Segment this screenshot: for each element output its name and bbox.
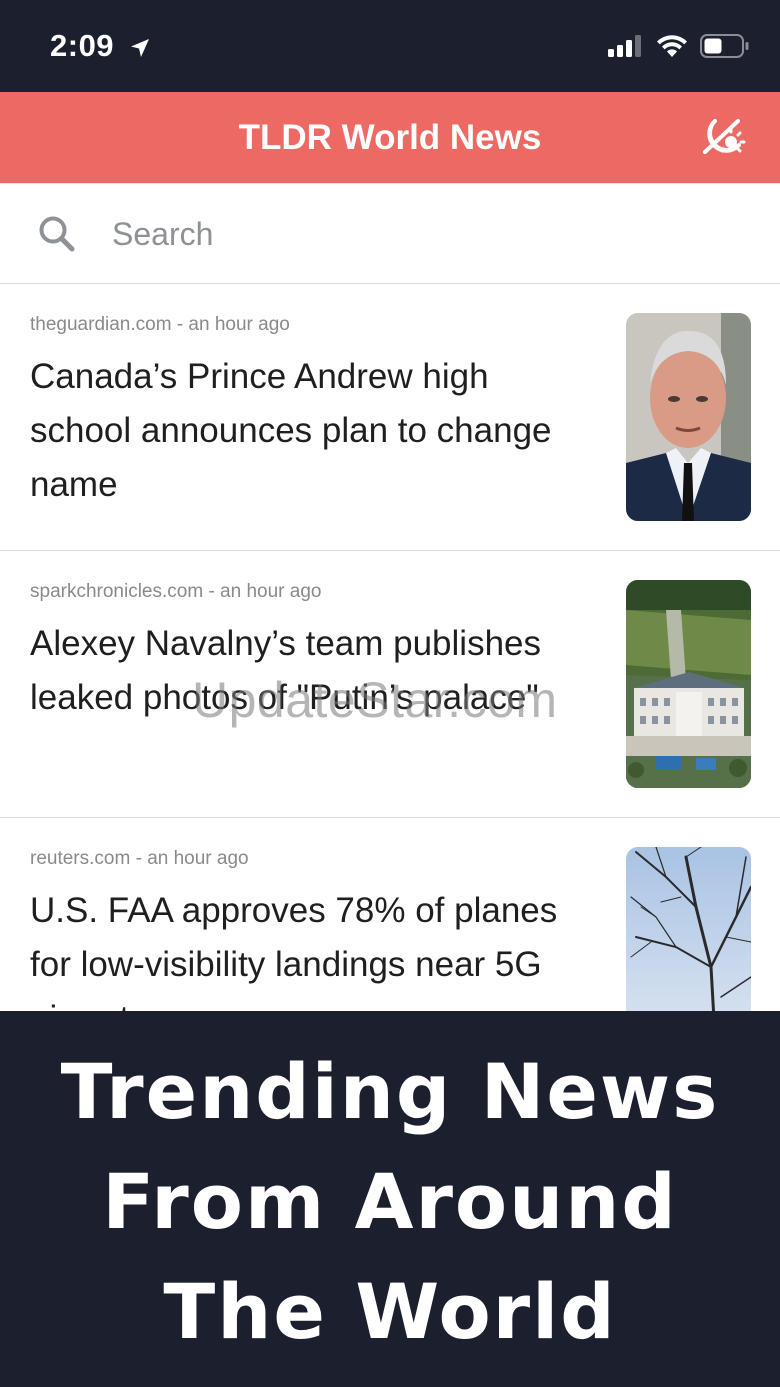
location-arrow-icon bbox=[131, 38, 150, 57]
promo-line-1: Trending News bbox=[60, 1047, 720, 1136]
article-source: theguardian.com - an hour ago bbox=[30, 314, 290, 335]
app-header: TLDR World News bbox=[0, 92, 780, 183]
article-thumbnail[interactable] bbox=[626, 313, 751, 521]
bare-trees-photo bbox=[626, 847, 751, 1011]
search-bar bbox=[0, 183, 780, 284]
search-icon bbox=[39, 216, 75, 252]
promo-line-2: From Around bbox=[102, 1157, 678, 1246]
news-feed: theguardian.com - an hour ago Canada’s P… bbox=[0, 183, 780, 1011]
article-source: reuters.com - an hour ago bbox=[30, 848, 249, 869]
article-thumbnail[interactable] bbox=[626, 847, 751, 1011]
article-title[interactable]: Alexey Navalny’s team publishes leaked p… bbox=[30, 617, 590, 725]
app-title: TLDR World News bbox=[238, 118, 542, 157]
wifi-icon bbox=[657, 35, 687, 57]
status-bar: 2:09 bbox=[0, 0, 780, 92]
article-item[interactable]: sparkchronicles.com - an hour ago Alexey… bbox=[0, 551, 780, 818]
sun-moon-icon[interactable] bbox=[698, 112, 748, 162]
status-time: 2:09 bbox=[50, 28, 151, 64]
article-thumbnail[interactable] bbox=[626, 580, 751, 788]
search-input[interactable] bbox=[112, 210, 732, 258]
article-title[interactable]: U.S. FAA approves 78% of planes for low-… bbox=[30, 884, 590, 1011]
promo-banner: Trending News From Around The World bbox=[0, 1011, 780, 1387]
article-item[interactable]: theguardian.com - an hour ago Canada’s P… bbox=[0, 284, 780, 551]
article-source: sparkchronicles.com - an hour ago bbox=[30, 581, 322, 602]
clock-text: 2:09 bbox=[50, 28, 115, 63]
portrait-photo bbox=[626, 313, 751, 521]
promo-line-3: The World bbox=[163, 1267, 617, 1356]
palace-aerial-photo bbox=[626, 580, 751, 788]
battery-icon bbox=[700, 34, 749, 58]
article-item[interactable]: reuters.com - an hour ago U.S. FAA appro… bbox=[0, 818, 780, 1011]
status-icons bbox=[608, 34, 750, 58]
article-title[interactable]: Canada’s Prince Andrew high school annou… bbox=[30, 350, 590, 512]
cellular-signal-icon bbox=[608, 35, 641, 57]
